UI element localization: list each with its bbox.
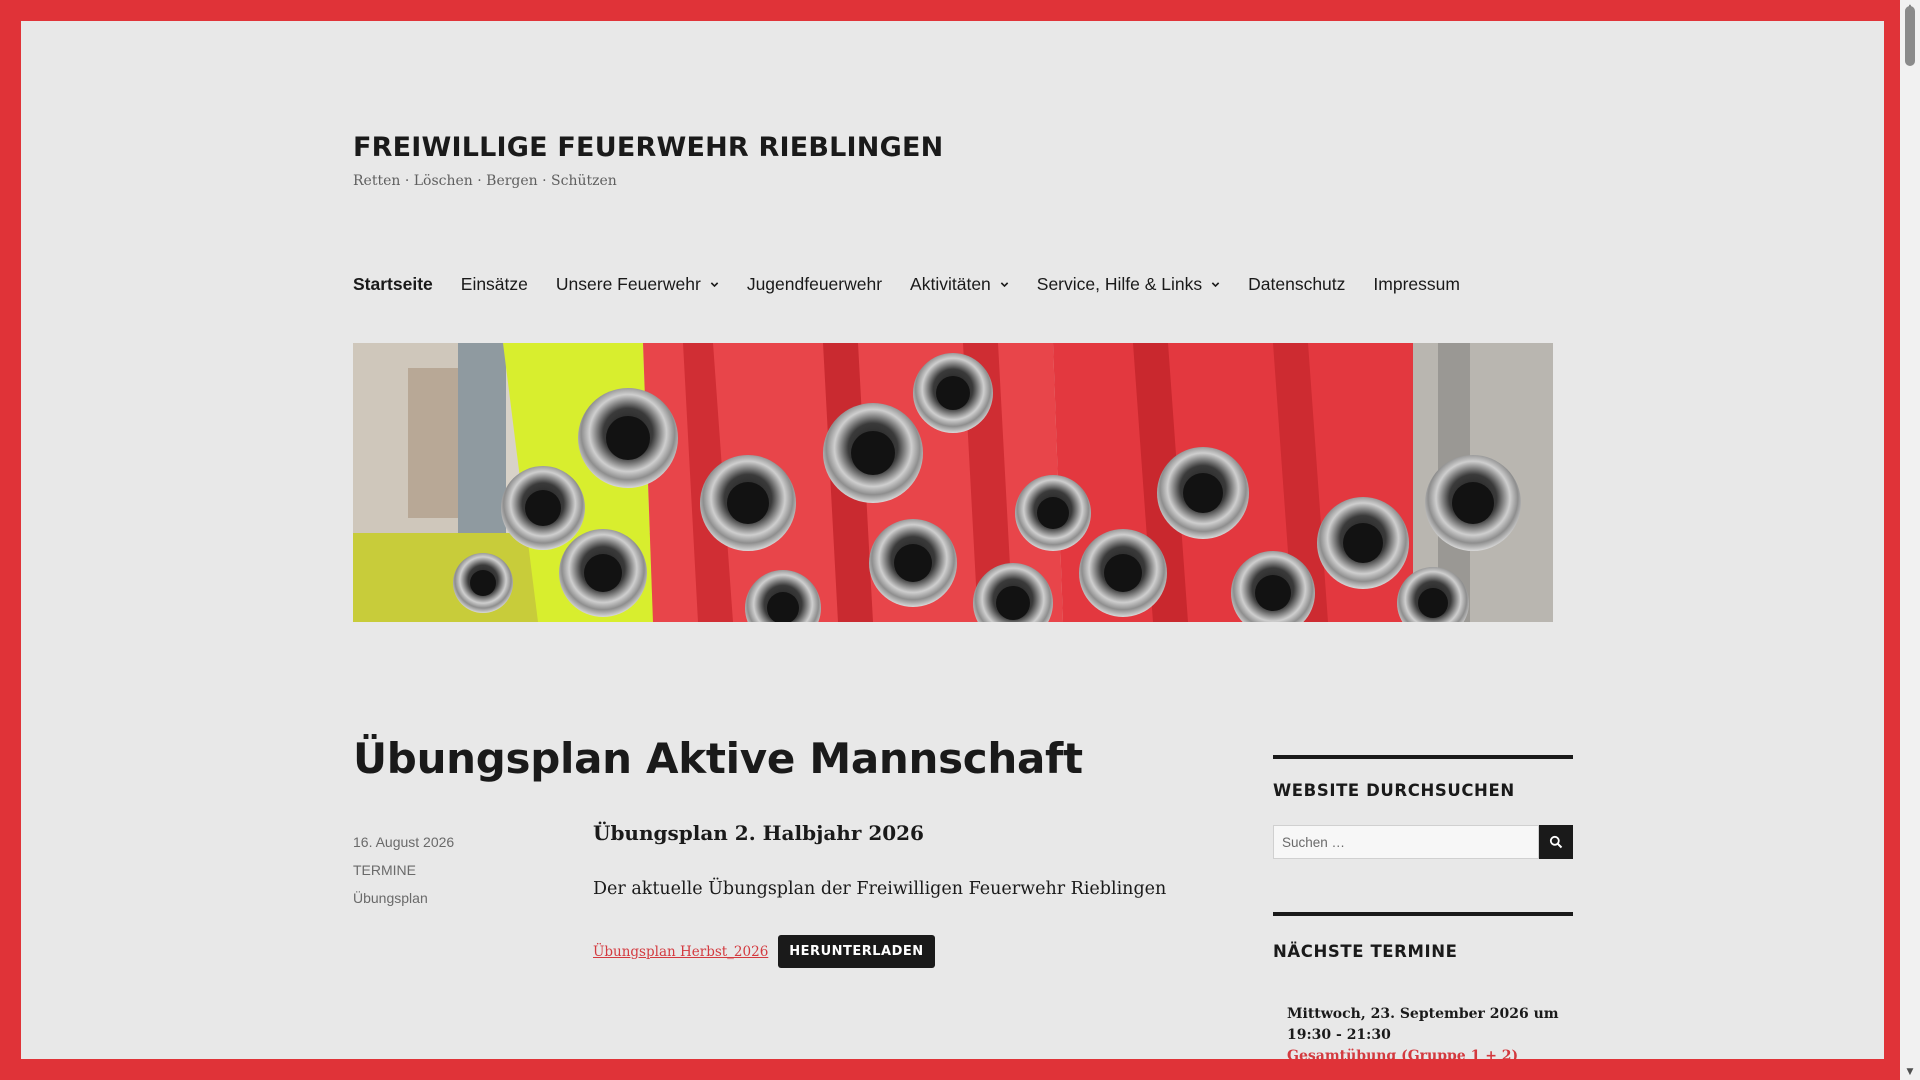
post-content: Übungsplan 2. Halbjahr 2026 Der aktuelle… bbox=[593, 821, 1193, 968]
search-input[interactable] bbox=[1273, 825, 1539, 859]
scrollbar-thumb[interactable] bbox=[1905, 6, 1915, 66]
nav-item-startseite[interactable]: Startseite bbox=[353, 274, 433, 295]
post-date[interactable]: 16. August 2026 bbox=[353, 828, 454, 856]
content-heading: Übungsplan 2. Halbjahr 2026 bbox=[593, 821, 924, 845]
content-text: Der aktuelle Übungsplan der Freiwilligen… bbox=[593, 879, 1167, 899]
nav-item-label: Datenschutz bbox=[1248, 274, 1346, 294]
header-image[interactable] bbox=[353, 343, 1553, 622]
vertical-scrollbar[interactable]: ▲ ▼ bbox=[1900, 0, 1920, 1080]
event-date: Mittwoch, 23. September 2026 um 19:30 - … bbox=[1287, 1006, 1559, 1043]
chevron-down-icon bbox=[1211, 282, 1220, 288]
nav-item-einsaetze[interactable]: Einsätze bbox=[461, 274, 528, 295]
search-icon bbox=[1549, 835, 1563, 849]
chevron-down-icon bbox=[1000, 282, 1009, 288]
nav-item-unsere-feuerwehr[interactable]: Unsere Feuerwehr bbox=[556, 274, 719, 295]
post-title[interactable]: Übungsplan Aktive Mannschaft bbox=[353, 734, 1083, 783]
search-widget: WEBSITE DURCHSUCHEN bbox=[1273, 755, 1573, 859]
nav-item-label: Impressum bbox=[1373, 274, 1460, 294]
nav-item-label: Aktivitäten bbox=[910, 274, 991, 294]
nav-item-jugendfeuerwehr[interactable]: Jugendfeuerwehr bbox=[747, 274, 882, 295]
search-button[interactable] bbox=[1539, 825, 1573, 859]
site-tagline: Retten · Löschen · Bergen · Schützen bbox=[353, 173, 617, 189]
event-title-link[interactable]: Gesamtübung (Gruppe 1 + 2) bbox=[1287, 1046, 1567, 1059]
nav-item-datenschutz[interactable]: Datenschutz bbox=[1248, 274, 1345, 295]
fire-hoses-image bbox=[353, 343, 1553, 622]
scroll-down-arrow-icon[interactable]: ▼ bbox=[1900, 1064, 1920, 1080]
site-title[interactable]: FREIWILLIGE FEUERWEHR RIEBLINGEN bbox=[353, 132, 943, 163]
events-widget-title: NÄCHSTE TERMINE bbox=[1273, 942, 1458, 961]
nav-item-label: Unsere Feuerwehr bbox=[555, 274, 701, 294]
file-download-block: Übungsplan Herbst_2026 HERUNTERLADEN bbox=[593, 935, 935, 968]
page-frame: FREIWILLIGE FEUERWEHR RIEBLINGEN Retten … bbox=[21, 21, 1884, 1059]
chevron-down-icon bbox=[710, 282, 719, 288]
post-meta: 16. August 2026 TERMINE Übungsplan bbox=[353, 828, 454, 912]
post-category[interactable]: TERMINE bbox=[353, 856, 454, 884]
nav-item-label: Startseite bbox=[353, 274, 433, 294]
nav-item-service[interactable]: Service, Hilfe & Links bbox=[1037, 274, 1220, 295]
post-tag[interactable]: Übungsplan bbox=[353, 884, 454, 912]
nav-item-aktivitaeten[interactable]: Aktivitäten bbox=[910, 274, 1009, 295]
events-widget: NÄCHSTE TERMINE Mittwoch, 23. September … bbox=[1273, 912, 1573, 1059]
search-widget-title: WEBSITE DURCHSUCHEN bbox=[1273, 781, 1515, 800]
nav-item-label: Service, Hilfe & Links bbox=[1036, 274, 1203, 294]
main-navigation: Startseite Einsätze Unsere Feuerwehr Jug… bbox=[353, 274, 1488, 295]
download-button[interactable]: HERUNTERLADEN bbox=[778, 935, 935, 968]
nav-item-impressum[interactable]: Impressum bbox=[1373, 274, 1460, 295]
file-link[interactable]: Übungsplan Herbst_2026 bbox=[593, 944, 768, 960]
event-item: Mittwoch, 23. September 2026 um 19:30 - … bbox=[1287, 1004, 1567, 1059]
search-form bbox=[1273, 825, 1573, 859]
nav-item-label: Einsätze bbox=[460, 274, 528, 294]
nav-item-label: Jugendfeuerwehr bbox=[746, 274, 883, 294]
